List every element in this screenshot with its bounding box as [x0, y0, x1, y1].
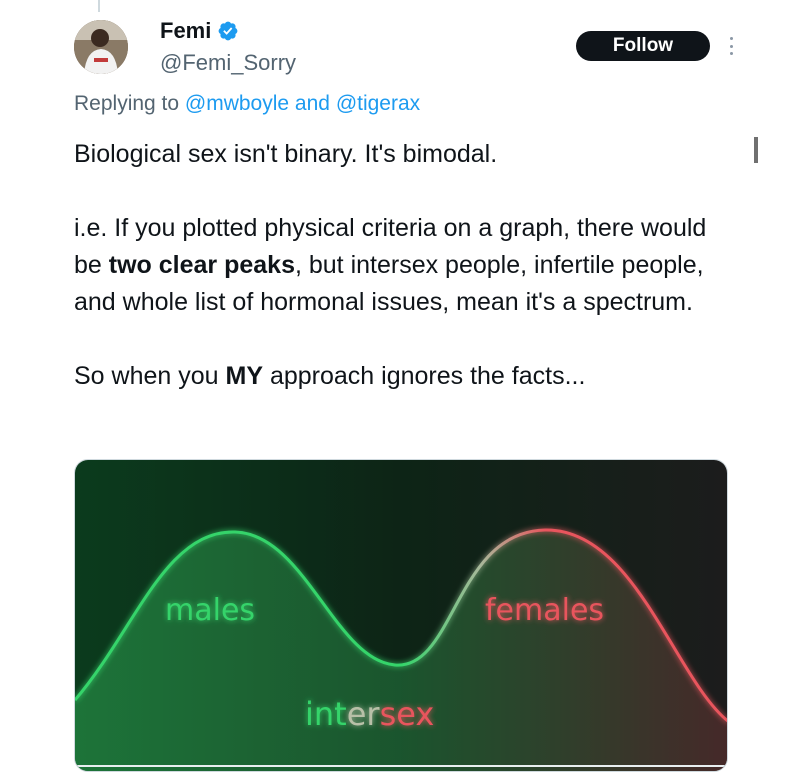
- author-name-row: Femi: [160, 18, 239, 44]
- tweet-paragraph-2: i.e. If you plotted physical criteria on…: [74, 210, 714, 321]
- tweet-p3-end: approach ignores the facts...: [263, 362, 586, 390]
- author-handle[interactable]: @Femi_Sorry: [160, 50, 296, 76]
- tweet-line-1: Biological sex isn't binary. It's bimoda…: [74, 140, 498, 168]
- tweet-p3-bold: MY: [225, 362, 264, 390]
- tweet-text: Biological sex isn't binary. It's bimoda…: [74, 136, 714, 395]
- follow-button[interactable]: Follow: [576, 31, 710, 61]
- label-intersex: intersex: [305, 695, 434, 733]
- bimodal-graphic: males females intersex: [75, 460, 727, 771]
- mention-link-mwboyle[interactable]: @mwboyle: [185, 92, 289, 115]
- tweet-p3-start: So when you: [74, 362, 226, 390]
- tweet-p2-bold: two clear peaks: [108, 251, 295, 279]
- label-females: females: [485, 593, 604, 628]
- tweet-paragraph-3: So when you MY approach ignores the fact…: [74, 358, 714, 395]
- avatar[interactable]: [74, 20, 128, 74]
- avatar-image: [74, 20, 128, 74]
- verified-badge-icon: [218, 21, 238, 41]
- more-options-icon[interactable]: [724, 34, 738, 58]
- scrollbar-thumb[interactable]: [754, 137, 758, 163]
- replying-to-prefix: Replying to: [74, 92, 185, 115]
- replying-to-line: Replying to @mwboyle and @tigerax: [74, 92, 420, 116]
- mention-joiner: and: [289, 92, 336, 115]
- thread-connector-line: [98, 0, 100, 12]
- author-display-name[interactable]: Femi: [160, 18, 211, 44]
- mention-link-tigerax[interactable]: @tigerax: [336, 92, 420, 115]
- tweet-media-image[interactable]: males females intersex: [74, 459, 728, 772]
- label-males: males: [165, 593, 255, 628]
